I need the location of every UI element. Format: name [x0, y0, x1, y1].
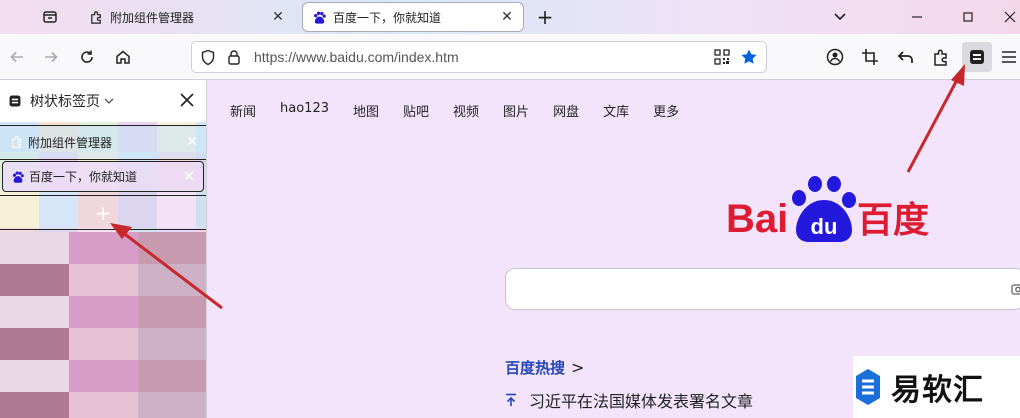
- logo-text-right: 百度: [857, 200, 929, 241]
- sidebar-header: 树状标签页: [0, 80, 206, 122]
- background-tile: [69, 232, 138, 264]
- tab-baidu[interactable]: 百度一下，你就知道 ✕: [303, 3, 523, 31]
- crop-icon[interactable]: [855, 42, 885, 72]
- url-text[interactable]: https://www.baidu.com/index.htm: [254, 49, 459, 65]
- chevron-right-icon: >: [571, 358, 585, 377]
- nav-link-map[interactable]: 地图: [353, 101, 379, 120]
- background-tile: [69, 392, 138, 418]
- tree-tabs-icon[interactable]: [962, 42, 992, 72]
- nav-link-images[interactable]: 图片: [503, 101, 529, 120]
- menu-icon[interactable]: [998, 42, 1020, 72]
- sidebar-item-addons[interactable]: 附加组件管理器 ✕: [0, 126, 206, 158]
- pin-top-icon: [505, 393, 517, 407]
- divider: [0, 195, 206, 196]
- top-nav-links: 新闻 hao123 地图 贴吧 视频 图片 网盘 文库 更多: [230, 101, 703, 120]
- watermark-logo-icon: [853, 367, 883, 407]
- tree-tabs-icon: [8, 94, 22, 108]
- search-input[interactable]: [505, 268, 1020, 310]
- background-tile: [0, 328, 69, 360]
- list-all-tabs-chevron-icon[interactable]: [826, 4, 854, 30]
- background-tile: [69, 264, 138, 296]
- background-tile: [138, 296, 206, 328]
- tab-label: 百度一下，你就知道: [333, 10, 442, 25]
- divider: [0, 229, 206, 230]
- sidebar-item-label: 百度一下，你就知道: [29, 170, 138, 184]
- new-tab-button[interactable]: +: [531, 4, 559, 30]
- tab-strip: 附加组件管理器 ✕ 百度一下，你就知道 ✕ +: [0, 0, 1020, 34]
- url-bar[interactable]: https://www.baidu.com/index.htm: [191, 41, 767, 73]
- close-icon[interactable]: ✕: [270, 9, 286, 25]
- sidebar-item-label: 附加组件管理器: [28, 135, 113, 150]
- close-icon[interactable]: [177, 90, 197, 110]
- minimize-icon[interactable]: [903, 4, 931, 30]
- nav-link-wenku[interactable]: 文库: [603, 101, 629, 120]
- background-tile: [0, 264, 69, 296]
- maximize-icon[interactable]: [954, 4, 982, 30]
- hot-search-header[interactable]: 百度热搜 >: [505, 357, 584, 378]
- sidebar-switcher[interactable]: 树状标签页: [8, 91, 114, 111]
- new-tab-button[interactable]: +: [0, 197, 206, 229]
- nav-link-pan[interactable]: 网盘: [553, 101, 579, 120]
- close-icon[interactable]: ✕: [499, 9, 515, 25]
- hot-search-title: 百度热搜: [505, 359, 566, 377]
- back-icon[interactable]: [2, 42, 32, 72]
- background-tile: [138, 264, 206, 296]
- sidebar-item-baidu[interactable]: 百度一下，你就知道 ✕: [2, 161, 204, 192]
- tree-tabs-sidebar: 树状标签页 附加组件管理器 ✕ 百度一下，你就知道 ✕ +: [0, 80, 207, 418]
- nav-link-tieba[interactable]: 贴吧: [403, 101, 429, 120]
- nav-link-more[interactable]: 更多: [653, 101, 679, 120]
- undo-icon[interactable]: [891, 42, 921, 72]
- puzzle-icon: [88, 9, 104, 25]
- background-tile: [0, 232, 69, 264]
- divider: [0, 159, 206, 160]
- close-icon[interactable]: ✕: [186, 134, 198, 150]
- tab-label: 附加组件管理器: [110, 10, 195, 25]
- logo-paw-text: du: [811, 214, 838, 239]
- nav-link-news[interactable]: 新闻: [230, 101, 256, 120]
- baidu-logo: Bai du 百度: [726, 176, 929, 242]
- navigation-toolbar: https://www.baidu.com/index.htm: [0, 34, 1020, 80]
- nav-link-hao123[interactable]: hao123: [280, 101, 329, 120]
- puzzle-icon: [10, 135, 24, 149]
- tab-overview-icon[interactable]: [36, 4, 64, 30]
- tab-addons-manager[interactable]: 附加组件管理器 ✕: [80, 3, 294, 31]
- background-tile: [138, 392, 206, 418]
- hot-search-item[interactable]: 习近平在法国媒体发表署名文章: [505, 388, 753, 412]
- baidu-paw-icon: [11, 170, 25, 184]
- sidebar-title: 树状标签页: [30, 94, 100, 110]
- logo-text-left: Bai: [726, 197, 788, 241]
- close-icon[interactable]: ✕: [183, 169, 195, 185]
- baidu-paw-icon: du: [792, 176, 856, 242]
- lock-icon[interactable]: [227, 49, 241, 70]
- background-tile: [138, 328, 206, 360]
- account-icon[interactable]: [820, 42, 850, 72]
- home-icon[interactable]: [108, 42, 138, 72]
- forward-icon[interactable]: [36, 42, 66, 72]
- background-tile: [0, 296, 69, 328]
- background-tile: [138, 360, 206, 392]
- shield-icon[interactable]: [200, 49, 216, 70]
- window-close-icon[interactable]: [996, 4, 1020, 30]
- background-tile: [69, 328, 138, 360]
- background-tile: [0, 360, 69, 392]
- qr-code-icon[interactable]: [714, 49, 730, 69]
- reload-icon[interactable]: [72, 42, 102, 72]
- background-tile: [69, 360, 138, 392]
- watermark-text: 易软汇: [891, 373, 984, 408]
- background-tile: [69, 296, 138, 328]
- background-tile: [138, 232, 206, 264]
- nav-link-video[interactable]: 视频: [453, 101, 479, 120]
- background-tile: [0, 392, 69, 418]
- chevron-down-icon: [104, 97, 114, 105]
- watermark: 易软汇: [853, 356, 1020, 418]
- camera-icon[interactable]: [1010, 281, 1020, 301]
- hot-search-text: 习近平在法国媒体发表署名文章: [529, 392, 754, 411]
- baidu-paw-icon: [311, 9, 327, 25]
- star-icon[interactable]: [740, 48, 758, 70]
- extensions-icon[interactable]: [926, 42, 956, 72]
